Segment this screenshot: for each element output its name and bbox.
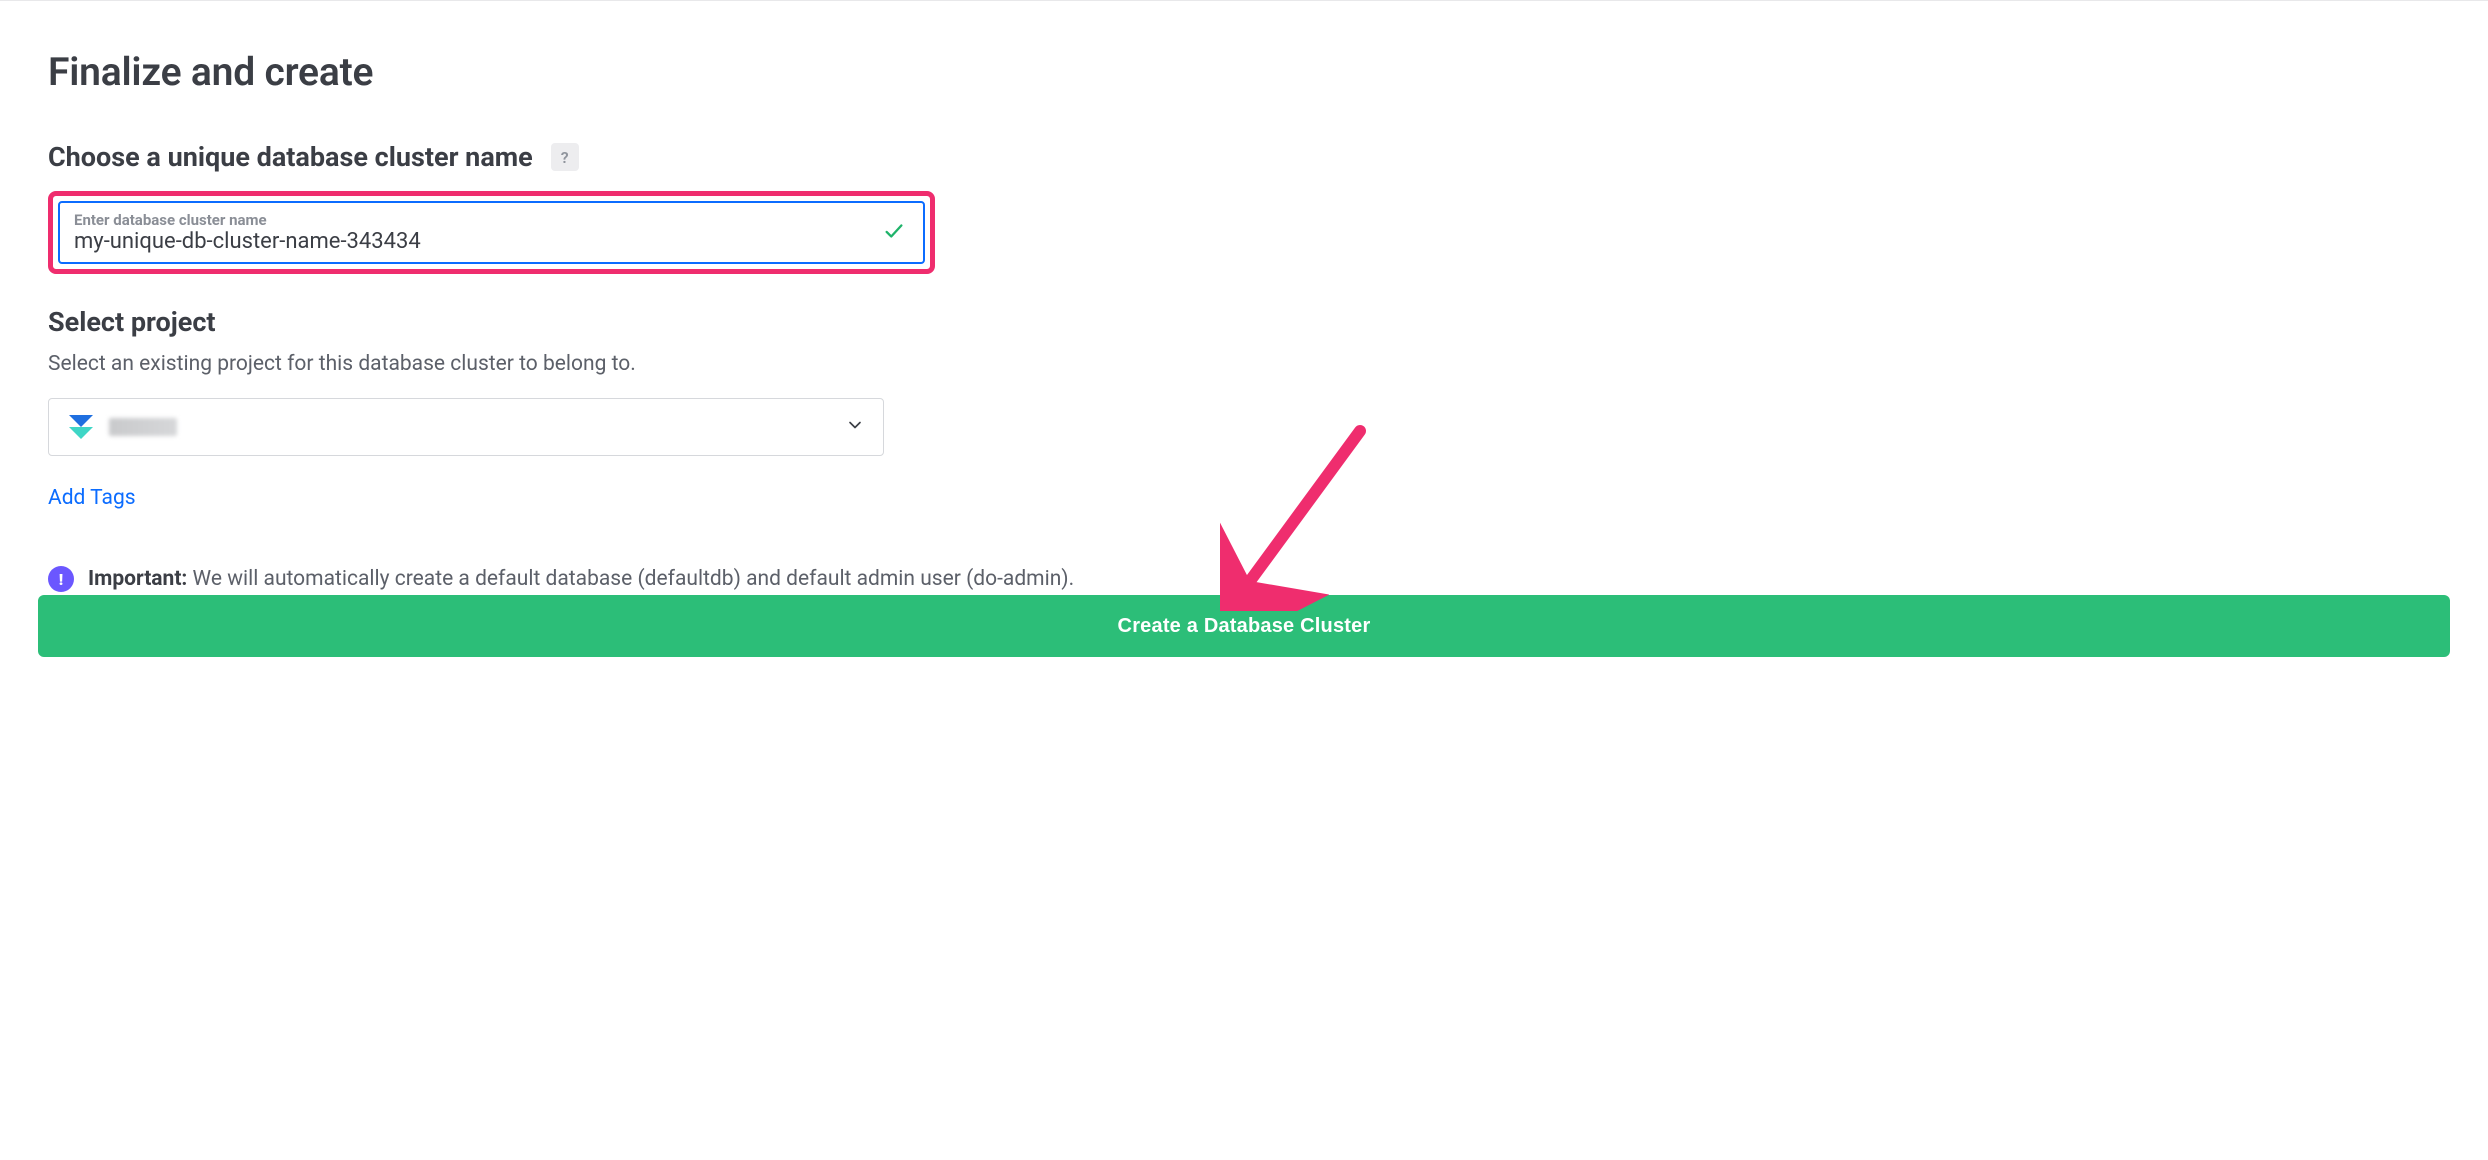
important-body: We will automatically create a default d… [187,567,1074,591]
cluster-name-section: Choose a unique database cluster name ? … [48,141,2440,274]
project-select[interactable] [48,398,884,456]
cluster-name-highlight: Enter database cluster name [48,191,935,274]
project-selected-name [109,418,177,436]
important-notice: ! Important: We will automatically creat… [48,566,2440,592]
info-icon: ! [48,566,74,592]
cluster-name-label: Enter database cluster name [74,211,873,229]
add-tags-link[interactable]: Add Tags [48,486,136,510]
project-heading: Select project [48,306,216,338]
important-text: Important: We will automatically create … [88,567,1074,591]
chevron-down-icon [845,415,865,439]
cluster-name-field[interactable]: Enter database cluster name [58,201,925,264]
project-description: Select an existing project for this data… [48,352,2440,376]
page-title: Finalize and create [48,49,2440,95]
important-prefix: Important: [88,567,187,591]
project-logo-icon [67,413,95,441]
checkmark-icon [883,220,905,246]
cluster-name-input[interactable] [74,229,873,254]
project-section: Select project Select an existing projec… [48,306,2440,592]
help-icon[interactable]: ? [551,143,579,171]
create-cluster-button[interactable]: Create a Database Cluster [38,595,2450,657]
cluster-name-heading: Choose a unique database cluster name [48,141,533,173]
